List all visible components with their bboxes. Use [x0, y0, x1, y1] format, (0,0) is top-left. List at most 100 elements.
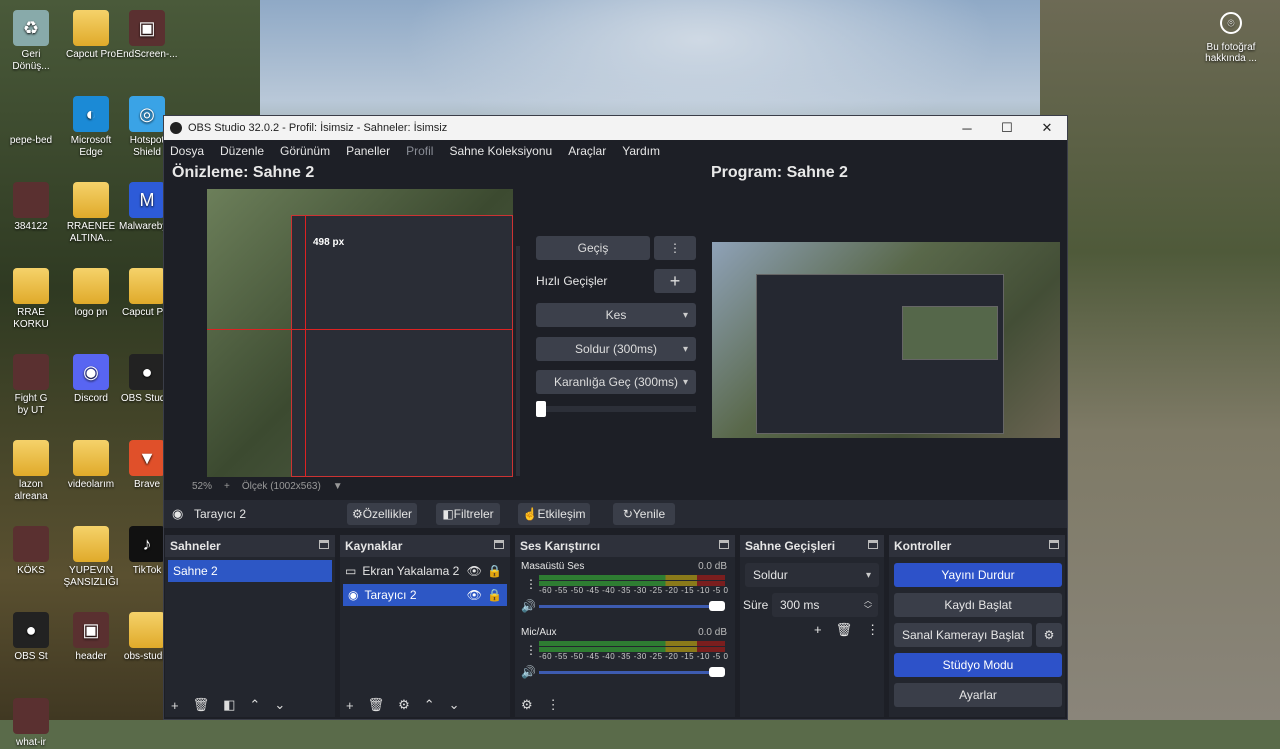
- channel-menu-icon[interactable]: ⋮: [525, 643, 537, 657]
- desktop-icon[interactable]: ▣ EndScreen-...: [112, 10, 182, 61]
- folder-icon: [73, 182, 109, 218]
- title-bar: OBS Studio 32.0.2 - Profil: İsimsiz - Sa…: [164, 116, 1067, 140]
- close-button[interactable]: ✕: [1027, 116, 1067, 140]
- source-toolbar: ◉ Tarayıcı 2 ⚙ Özellikler ◧ Filtreler ☝ Etk…: [164, 500, 1067, 528]
- volume-slider[interactable]: [539, 601, 725, 611]
- folder-icon: [129, 612, 165, 648]
- chevron-down-icon: ▾: [682, 376, 688, 388]
- eye-icon[interactable]: 👁: [467, 588, 482, 602]
- scale-dropdown-icon[interactable]: ▼: [333, 481, 343, 492]
- settings-button[interactable]: Ayarlar: [894, 683, 1062, 707]
- scenes-header: Sahneler: [165, 535, 335, 557]
- menu-icon[interactable]: ⋮: [866, 622, 879, 638]
- desktop-icon[interactable]: what-ir: [0, 698, 66, 749]
- menu-gorunum[interactable]: Görünüm: [280, 144, 330, 158]
- transition-button[interactable]: Geçiş: [536, 236, 650, 260]
- interact-button[interactable]: ☝ Etkileşim: [518, 503, 590, 525]
- scene-item[interactable]: Sahne 2: [168, 560, 332, 582]
- menu-duzenle[interactable]: Düzenle: [220, 144, 264, 158]
- folder-icon: [73, 526, 109, 562]
- undock-icon[interactable]: [868, 540, 878, 549]
- lock-icon[interactable]: 🔒: [487, 588, 502, 602]
- window-title: OBS Studio 32.0.2 - Profil: İsimsiz - Sa…: [188, 122, 448, 134]
- mixer-footer: ⚙ ⋮: [515, 693, 735, 717]
- menu-araclar[interactable]: Araçlar: [568, 144, 606, 158]
- mixer-channel-desktop: Masaüstü Ses 0.0 dB ⋮ -60 -55 -50 -45 -4…: [515, 557, 735, 623]
- up-icon[interactable]: ⌃: [424, 697, 435, 713]
- filters-button[interactable]: ◧ Filtreler: [436, 503, 500, 525]
- lock-icon[interactable]: 🔒: [487, 564, 502, 578]
- refresh-button[interactable]: ↻ Yenile: [613, 503, 675, 525]
- volume-meter: -60 -55 -50 -45 -40 -35 -30 -25 -20 -15 …: [539, 575, 728, 595]
- stop-streaming-button[interactable]: Yayını Durdur: [894, 563, 1062, 587]
- minimize-button[interactable]: ─: [947, 116, 987, 140]
- audio-mixer-dock: Ses Karıştırıcı Masaüstü Ses 0.0 dB ⋮ -6…: [515, 535, 735, 717]
- properties-button[interactable]: ⚙ Özellikler: [347, 503, 417, 525]
- undock-icon[interactable]: [1049, 540, 1059, 549]
- eye-icon[interactable]: 👁: [467, 564, 482, 578]
- add-quick-transition-icon[interactable]: +: [654, 269, 696, 293]
- transition-menu-icon[interactable]: ⋮: [654, 236, 696, 260]
- trash-icon[interactable]: 🗑: [368, 697, 385, 713]
- tbar-knob[interactable]: [536, 401, 546, 417]
- up-icon[interactable]: ⌃: [249, 697, 260, 713]
- add-icon[interactable]: +: [346, 698, 354, 713]
- gear-icon[interactable]: ⚙: [398, 697, 410, 713]
- image-icon: [13, 354, 49, 390]
- menu-profil[interactable]: Profil: [406, 144, 433, 158]
- duration-spinbox[interactable]: 300 ms ︿ ﹀: [772, 593, 878, 617]
- virtual-camera-settings-icon[interactable]: ⚙: [1036, 623, 1062, 647]
- channel-name: Masaüstü Ses: [521, 561, 585, 572]
- undock-icon[interactable]: [719, 540, 729, 549]
- volume-knob[interactable]: [709, 601, 725, 611]
- duration-label: Süre: [743, 598, 769, 612]
- start-recording-button[interactable]: Kaydı Başlat: [894, 593, 1062, 617]
- channel-name: Mic/Aux: [521, 627, 557, 638]
- program-canvas: [712, 242, 1060, 438]
- transition-select[interactable]: Soldur ▾: [745, 563, 879, 587]
- volume-meter: -60 -55 -50 -45 -40 -35 -30 -25 -20 -15 …: [539, 641, 728, 661]
- zoom-in-icon[interactable]: +: [224, 481, 230, 492]
- spin-arrows-icon[interactable]: ︿ ﹀: [864, 596, 872, 614]
- menu-sahne-koleksiyonu[interactable]: Sahne Koleksiyonu: [449, 144, 552, 158]
- controls-dock: Kontroller Yayını Durdur Kaydı Başlat Sa…: [889, 535, 1065, 717]
- studio-mode-button[interactable]: Stüdyo Modu: [894, 653, 1062, 677]
- preview-canvas[interactable]: 498 px: [207, 189, 513, 477]
- trash-icon[interactable]: 🗑: [193, 697, 210, 713]
- sources-footer: + 🗑 ⚙ ⌃ ⌄: [340, 693, 510, 717]
- advanced-audio-icon[interactable]: ⚙: [521, 697, 533, 713]
- quick-transition-kes[interactable]: Kes ▾: [536, 303, 696, 327]
- meter-ticks: -60 -55 -50 -45 -40 -35 -30 -25 -20 -15 …: [539, 652, 729, 661]
- about-photo[interactable]: ⌾ Bu fotoğraf hakkında ...: [1196, 12, 1266, 64]
- image-icon: [13, 526, 49, 562]
- trash-icon[interactable]: 🗑: [836, 622, 853, 638]
- speaker-icon[interactable]: 🔊: [521, 599, 536, 613]
- speaker-icon[interactable]: 🔊: [521, 665, 536, 679]
- undock-icon[interactable]: [494, 540, 504, 549]
- source-item-browser[interactable]: ◉ Tarayıcı 2 👁 🔒: [343, 584, 507, 606]
- menu-bar: Dosya Düzenle Görünüm Paneller Profil Sa…: [164, 140, 1067, 162]
- mixer-menu-icon[interactable]: ⋮: [547, 697, 560, 713]
- tiktok-icon: ♪: [129, 526, 165, 562]
- filter-icon: ◧: [442, 507, 454, 521]
- preview-scrollbar[interactable]: [516, 246, 520, 476]
- menu-dosya[interactable]: Dosya: [170, 144, 204, 158]
- maximize-button[interactable]: ☐: [987, 116, 1027, 140]
- quick-transition-karanlik[interactable]: Karanlığa Geç (300ms) ▾: [536, 370, 696, 394]
- menu-paneller[interactable]: Paneller: [346, 144, 390, 158]
- down-icon[interactable]: ⌄: [274, 697, 285, 713]
- tbar-slider[interactable]: [536, 401, 696, 417]
- start-virtual-camera-button[interactable]: Sanal Kamerayı Başlat: [894, 623, 1032, 647]
- channel-menu-icon[interactable]: ⋮: [525, 577, 537, 591]
- obs-logo-icon: [170, 122, 182, 134]
- add-icon[interactable]: +: [814, 622, 822, 638]
- volume-slider[interactable]: [539, 667, 725, 677]
- quick-transition-soldur[interactable]: Soldur (300ms) ▾: [536, 337, 696, 361]
- add-icon[interactable]: +: [171, 698, 179, 713]
- menu-yardim[interactable]: Yardım: [622, 144, 660, 158]
- undock-icon[interactable]: [319, 540, 329, 549]
- down-icon[interactable]: ⌄: [449, 697, 460, 713]
- volume-knob[interactable]: [709, 667, 725, 677]
- source-item-screen[interactable]: ▭ Ekran Yakalama 2 👁 🔒: [340, 560, 510, 582]
- filter-icon[interactable]: ◧: [223, 697, 235, 713]
